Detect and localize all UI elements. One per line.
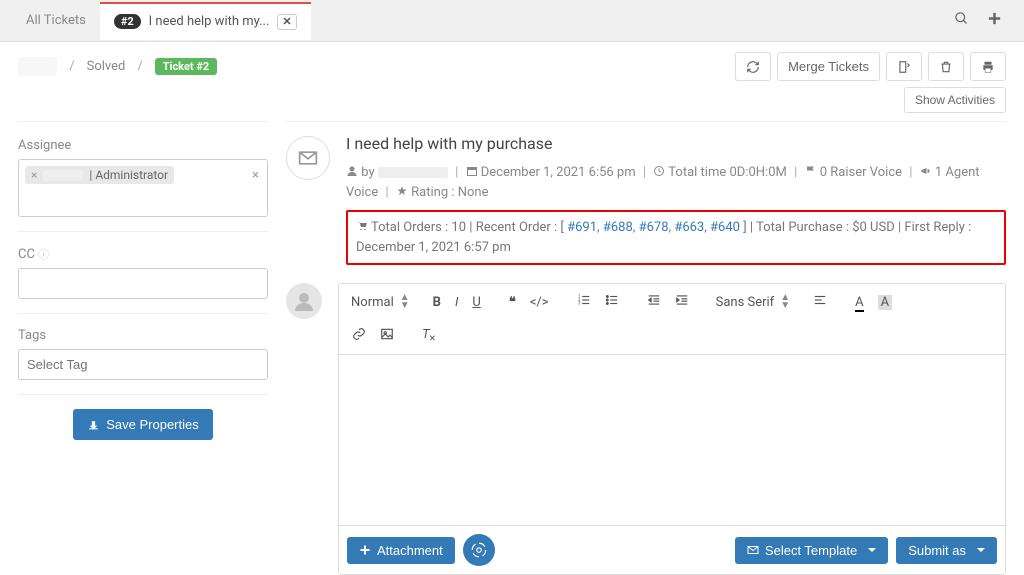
info-icon: ⓘ [38, 248, 49, 261]
indent-button[interactable] [670, 290, 694, 314]
flag-icon [805, 165, 817, 177]
reply-avatar [286, 283, 322, 319]
order-link[interactable]: #691 [567, 220, 597, 235]
toolbar: / Solved / Ticket #2 Merge Tickets [0, 42, 1024, 91]
tags-input[interactable] [18, 349, 268, 380]
ticket-title: I need help with my purchase [346, 134, 1006, 153]
print-button[interactable] [970, 52, 1006, 81]
remove-chip-icon[interactable]: × [31, 168, 37, 182]
cc-label: CC ⓘ [18, 246, 268, 262]
bold-button[interactable]: B [428, 292, 446, 313]
breadcrumb-root[interactable] [18, 57, 57, 76]
image-button[interactable] [375, 324, 399, 348]
search-icon[interactable] [954, 11, 969, 30]
outdent-button[interactable] [642, 290, 666, 314]
user-icon [346, 165, 358, 177]
editor-body[interactable] [339, 355, 1005, 525]
orders-info-box: Total Orders : 10 | Recent Order : [ #69… [346, 210, 1006, 265]
editor-footer: Attachment Select Template Submit as [339, 525, 1005, 574]
redacted-user [378, 167, 448, 178]
order-link[interactable]: #663 [674, 220, 704, 235]
align-button[interactable] [808, 290, 832, 314]
breadcrumb-separator: / [69, 59, 74, 74]
attachment-button[interactable]: Attachment [347, 537, 455, 564]
assignee-select[interactable]: × | Administrator × [18, 159, 268, 217]
text-color-button[interactable]: A [850, 292, 868, 313]
tags-label: Tags [18, 328, 268, 343]
breadcrumb-ticket-badge: Ticket #2 [155, 58, 217, 75]
unordered-list-button[interactable] [600, 290, 624, 314]
order-link[interactable]: #678 [639, 220, 669, 235]
heading-picker[interactable]: Normal [347, 293, 398, 312]
tab-active-ticket[interactable]: #2 I need help with my... ✕ [100, 2, 311, 40]
refresh-button[interactable] [735, 52, 771, 81]
picker-arrows-icon: ▲▼ [780, 294, 790, 310]
assignee-label: Assignee [18, 138, 268, 153]
divider [18, 231, 268, 232]
delete-button[interactable] [928, 52, 964, 81]
picker-arrows-icon: ▲▼ [400, 294, 410, 310]
italic-button[interactable]: I [450, 292, 463, 313]
tab-bar: All Tickets #2 I need help with my... ✕ [0, 0, 1024, 42]
reply-editor: Normal ▲▼ B I U ❝ </> 123 [338, 283, 1006, 575]
clone-button[interactable] [886, 52, 922, 81]
submit-as-button[interactable]: Submit as [896, 537, 997, 564]
clock-icon [653, 165, 665, 177]
order-link[interactable]: #640 [710, 220, 740, 235]
ordered-list-button[interactable]: 123 [572, 290, 596, 314]
code-button[interactable]: </> [525, 292, 554, 313]
calendar-icon [466, 165, 478, 177]
assignee-chip-label: | Administrator [89, 168, 168, 182]
editor-toolbar: Normal ▲▼ B I U ❝ </> 123 [339, 284, 1005, 355]
envelope-icon [286, 136, 330, 180]
order-link[interactable]: #688 [603, 220, 633, 235]
sidebar: Assignee × | Administrator × CC ⓘ Tags S… [18, 121, 268, 575]
cart-icon [356, 220, 368, 232]
underline-button[interactable]: U [467, 292, 485, 313]
breadcrumb-separator: / [137, 59, 142, 74]
save-properties-button[interactable]: Save Properties [73, 409, 213, 440]
font-picker[interactable]: Sans Serif [712, 293, 779, 312]
merge-tickets-button[interactable]: Merge Tickets [777, 52, 880, 81]
select-template-button[interactable]: Select Template [735, 537, 888, 564]
close-tab-icon[interactable]: ✕ [277, 14, 296, 30]
tab-label: I need help with my... [149, 14, 270, 29]
tab-all-tickets[interactable]: All Tickets [12, 3, 100, 38]
breadcrumb-status[interactable]: Solved [87, 59, 126, 74]
clear-format-button[interactable]: T× [417, 324, 440, 348]
ticket-meta: by | December 1, 2021 6:56 pm | Total ti… [346, 163, 1006, 202]
background-color-button[interactable]: A [873, 292, 897, 313]
ticket-number-badge: #2 [114, 14, 141, 29]
ticket-content: I need help with my purchase by | Decemb… [286, 121, 1006, 575]
link-button[interactable] [347, 324, 371, 348]
divider [18, 313, 268, 314]
svg-text:3: 3 [578, 301, 581, 306]
ai-assist-button[interactable] [463, 534, 495, 566]
megaphone-icon [920, 165, 932, 177]
add-icon[interactable] [987, 11, 1002, 30]
divider [18, 394, 268, 395]
star-icon [396, 185, 408, 197]
show-activities-button[interactable]: Show Activities [904, 87, 1006, 113]
clear-assignee-icon[interactable]: × [252, 168, 259, 183]
quote-button[interactable]: ❝ [504, 292, 521, 313]
cc-input[interactable] [18, 268, 268, 299]
assignee-chip[interactable]: × | Administrator [25, 166, 174, 184]
